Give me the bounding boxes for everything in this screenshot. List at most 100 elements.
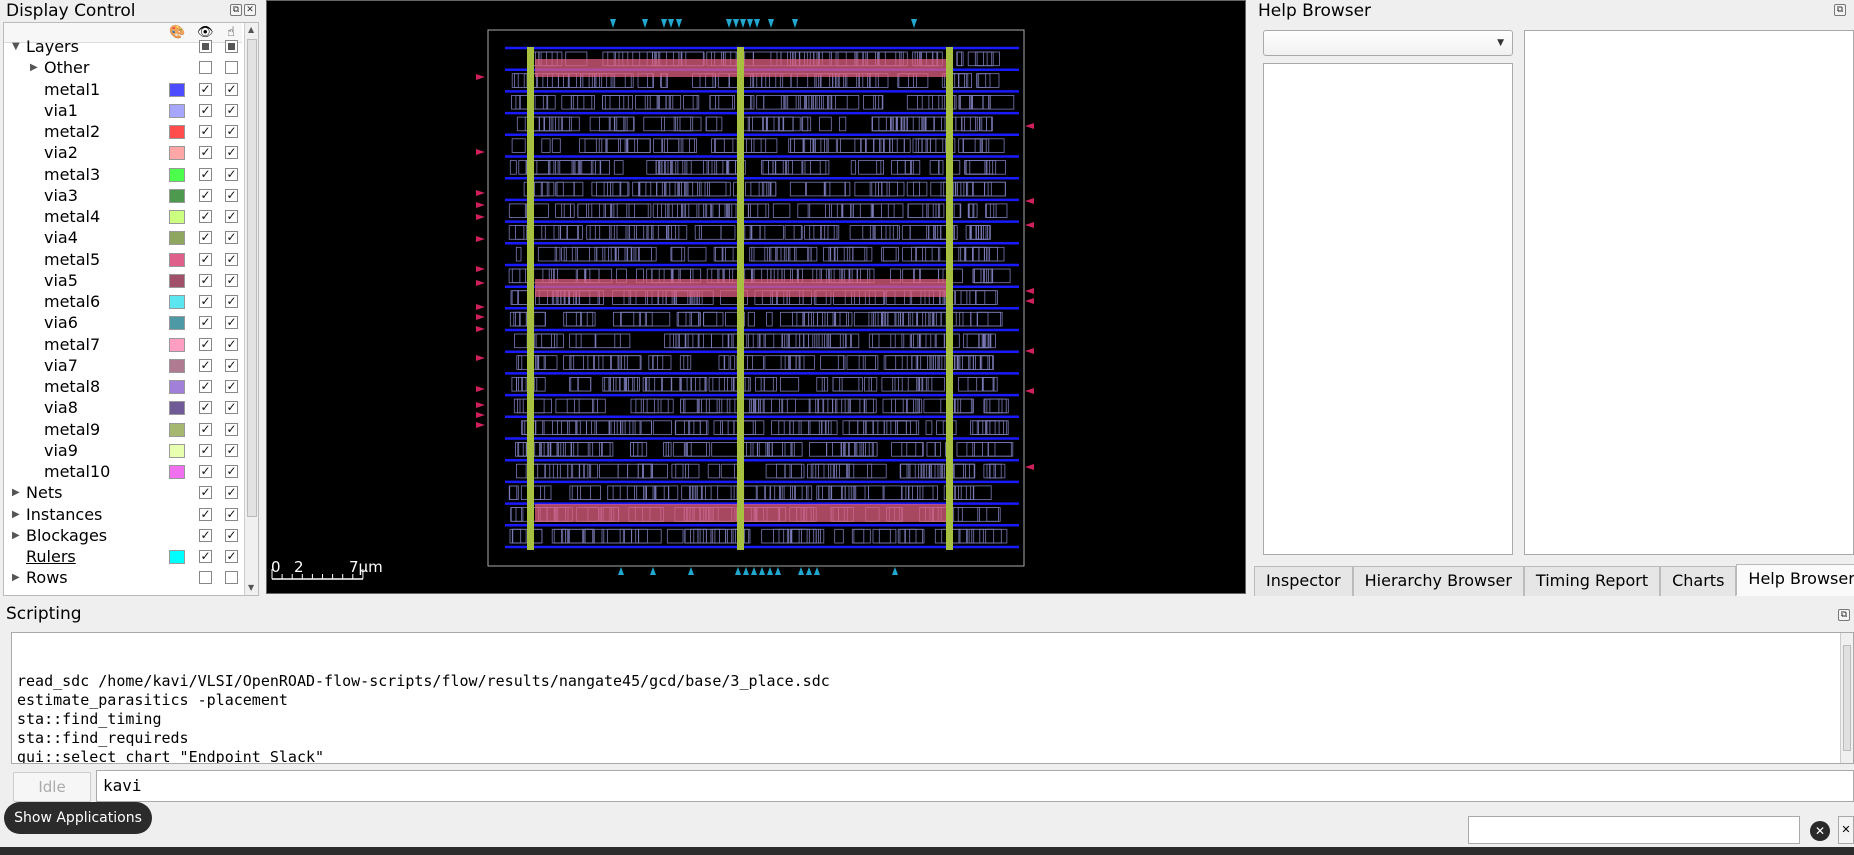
selectable-checkbox[interactable]: ✓: [225, 486, 238, 500]
tree-row-via6[interactable]: via6 ✓ ✓: [4, 312, 242, 333]
layer-color-swatch[interactable]: [169, 273, 185, 288]
visible-checkbox[interactable]: ✓: [199, 401, 212, 415]
selectable-checkbox[interactable]: ✓: [225, 465, 238, 478]
float-icon[interactable]: ⧉: [1834, 4, 1846, 16]
scrollbar-thumb[interactable]: [1843, 645, 1851, 751]
selectable-checkbox[interactable]: ✓: [225, 422, 238, 436]
command-input[interactable]: kavi: [96, 770, 1854, 802]
help-topic-dropdown[interactable]: ▼: [1263, 30, 1513, 56]
tab-charts[interactable]: Charts: [1660, 566, 1737, 596]
float-icon[interactable]: ⧉: [230, 4, 242, 16]
chevron-right-icon[interactable]: ▶: [12, 504, 20, 525]
selectable-checkbox[interactable]: ✓: [225, 528, 238, 542]
selectable-checkbox[interactable]: ✓: [225, 316, 238, 330]
tab-timing-report[interactable]: Timing Report: [1523, 566, 1661, 596]
selectable-checkbox[interactable]: [225, 571, 238, 585]
layer-color-swatch[interactable]: [169, 465, 185, 479]
selectable-checkbox[interactable]: ✓: [225, 295, 238, 308]
tree-row-metal5[interactable]: metal5 ✓ ✓: [4, 249, 242, 270]
visible-checkbox[interactable]: ✓: [199, 231, 212, 245]
selectable-checkbox[interactable]: ✓: [225, 358, 238, 372]
clear-search-icon[interactable]: ✕: [1810, 821, 1830, 841]
layer-color-swatch[interactable]: [169, 401, 185, 416]
tree-row-via7[interactable]: via7 ✓ ✓: [4, 355, 242, 376]
layer-color-swatch[interactable]: [169, 443, 185, 458]
idle-status-button[interactable]: Idle: [13, 772, 91, 802]
visible-checkbox[interactable]: ✓: [199, 273, 212, 287]
tree-row-metal7[interactable]: metal7 ✓ ✓: [4, 334, 242, 355]
tree-row-metal6[interactable]: metal6 ✓ ✓: [4, 291, 242, 312]
layer-color-swatch[interactable]: [169, 316, 185, 331]
visible-checkbox[interactable]: ✓: [199, 486, 212, 500]
selectable-checkbox[interactable]: ✓: [225, 231, 238, 245]
selectable-checkbox[interactable]: ✓: [225, 82, 238, 96]
layout-canvas[interactable]: 0 2 7µm: [267, 1, 1246, 594]
selectable-checkbox[interactable]: ✓: [225, 550, 238, 563]
visible-checkbox[interactable]: ✓: [199, 507, 212, 521]
selectable-checkbox[interactable]: [225, 40, 238, 53]
script-output-scrollbar[interactable]: [1840, 633, 1853, 763]
tree-row-metal2[interactable]: metal2 ✓ ✓: [4, 121, 242, 142]
visible-checkbox[interactable]: ✓: [199, 210, 212, 223]
tree-row-via2[interactable]: via2 ✓ ✓: [4, 142, 242, 163]
tree-row-instances[interactable]: ▶ Instances ✓ ✓: [4, 504, 242, 525]
visible-checkbox[interactable]: ✓: [199, 337, 212, 351]
layer-tree-scrollbar[interactable]: ▲ ▼: [244, 23, 258, 595]
visible-checkbox[interactable]: ✓: [199, 82, 212, 96]
layer-color-swatch[interactable]: [169, 210, 185, 224]
layer-color-swatch[interactable]: [169, 422, 185, 437]
selectable-checkbox[interactable]: [225, 61, 238, 75]
tree-row-metal8[interactable]: metal8 ✓ ✓: [4, 376, 242, 397]
float-icon[interactable]: ⧉: [1838, 609, 1850, 621]
visible-checkbox[interactable]: ✓: [199, 125, 212, 138]
layer-color-swatch[interactable]: [169, 125, 185, 139]
selectable-checkbox[interactable]: ✓: [225, 380, 238, 393]
tree-row-rulers[interactable]: Rulers ✓ ✓: [4, 546, 242, 567]
visible-checkbox[interactable]: ✓: [199, 295, 212, 308]
selectable-checkbox[interactable]: ✓: [225, 103, 238, 117]
tab-inspector[interactable]: Inspector: [1254, 566, 1353, 596]
selectable-checkbox[interactable]: ✓: [225, 125, 238, 138]
tree-row-via5[interactable]: via5 ✓ ✓: [4, 270, 242, 291]
tree-row-metal9[interactable]: metal9 ✓ ✓: [4, 419, 242, 440]
visible-checkbox[interactable]: [199, 571, 212, 585]
tree-row-metal4[interactable]: metal4 ✓ ✓: [4, 206, 242, 227]
selectable-checkbox[interactable]: ✓: [225, 443, 238, 457]
layer-color-swatch[interactable]: [169, 295, 185, 309]
tree-row-blockages[interactable]: ▶ Blockages ✓ ✓: [4, 525, 242, 546]
scroll-down-icon[interactable]: ▼: [248, 583, 254, 592]
layer-color-swatch[interactable]: [169, 380, 185, 394]
tree-row-via8[interactable]: via8 ✓ ✓: [4, 397, 242, 418]
layer-tree[interactable]: 🎨 👁 ☝ ▼ Layers ▶ Other metal1 ✓ ✓ via1 ✓ ✓ metal2 ✓…: [3, 22, 259, 596]
chevron-down-icon[interactable]: ▼: [12, 36, 20, 57]
scroll-up-icon[interactable]: ▲: [248, 25, 254, 34]
selectable-checkbox[interactable]: ✓: [225, 188, 238, 202]
visible-checkbox[interactable]: ✓: [199, 188, 212, 202]
chevron-right-icon[interactable]: ▶: [30, 57, 38, 78]
layer-color-swatch[interactable]: [169, 550, 185, 564]
tree-row-via9[interactable]: via9 ✓ ✓: [4, 440, 242, 461]
tree-row-nets[interactable]: ▶ Nets ✓ ✓: [4, 482, 242, 503]
visible-checkbox[interactable]: ✓: [199, 550, 212, 563]
help-topic-list[interactable]: [1263, 63, 1513, 555]
tree-row-via4[interactable]: via4 ✓ ✓: [4, 227, 242, 248]
tree-row-metal3[interactable]: metal3 ✓ ✓: [4, 164, 242, 185]
visible-checkbox[interactable]: ✓: [199, 380, 212, 393]
selectable-checkbox[interactable]: ✓: [225, 210, 238, 223]
search-input[interactable]: [1468, 816, 1800, 844]
visible-checkbox[interactable]: ✓: [199, 146, 212, 160]
chevron-right-icon[interactable]: ▶: [12, 525, 20, 546]
layer-color-swatch[interactable]: [169, 167, 185, 182]
layer-color-swatch[interactable]: [169, 358, 185, 373]
scrollbar-thumb[interactable]: [247, 39, 257, 517]
tree-row-metal1[interactable]: metal1 ✓ ✓: [4, 79, 242, 100]
visible-checkbox[interactable]: ✓: [199, 465, 212, 478]
visible-checkbox[interactable]: ✓: [199, 252, 212, 266]
visible-checkbox[interactable]: ✓: [199, 316, 212, 330]
visible-checkbox[interactable]: ✓: [199, 167, 212, 181]
layer-color-swatch[interactable]: [169, 82, 185, 97]
visible-checkbox[interactable]: ✓: [199, 358, 212, 372]
layer-color-swatch[interactable]: [169, 103, 185, 118]
layer-color-swatch[interactable]: [169, 231, 185, 246]
tree-row-via1[interactable]: via1 ✓ ✓: [4, 100, 242, 121]
